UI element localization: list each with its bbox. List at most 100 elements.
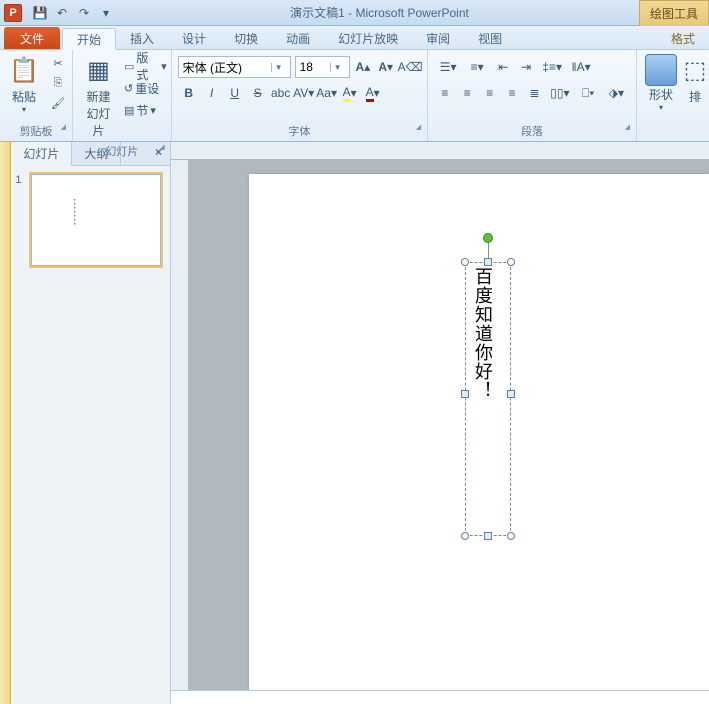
resize-handle-ml[interactable] — [461, 390, 469, 398]
cut-button[interactable]: ✂ — [48, 54, 68, 72]
paste-button[interactable]: 📋 粘贴 ▾ — [4, 52, 44, 116]
tab-view[interactable]: 视图 — [464, 27, 516, 49]
strike-button[interactable]: S — [247, 82, 269, 104]
side-panel: 幻灯片 大纲 × 1 ▪▪▪▪▪▪▪ — [11, 142, 171, 704]
decrease-indent-button[interactable]: ⇤ — [492, 56, 514, 78]
tab-home[interactable]: 开始 — [62, 28, 116, 50]
reset-button[interactable]: ↺ 重设 — [124, 78, 167, 98]
font-color-button[interactable]: A▾ — [362, 82, 384, 104]
qat-dropdown[interactable]: ▾ — [96, 3, 116, 23]
horizontal-ruler — [171, 142, 709, 160]
copy-button[interactable]: ⎘ — [48, 74, 68, 92]
left-sliver — [0, 142, 11, 704]
distribute-button[interactable]: ≣ — [524, 82, 545, 104]
ribbon: 📋 粘贴 ▾ ✂ ⎘ 🖌 剪贴板 ▦ 新建 幻灯片 ▭ 版式 ▾ ↺ 重设 ▤ … — [0, 50, 709, 142]
contextual-tool-tab: 绘图工具 — [639, 0, 709, 26]
slide-canvas[interactable]: 百度知道你好！ — [249, 174, 709, 690]
shapes-button[interactable]: 形状 ▾ — [641, 52, 681, 114]
tab-review[interactable]: 审阅 — [412, 27, 464, 49]
smartart-button[interactable]: ⬗▾ — [603, 82, 630, 104]
canvas-area: 百度知道你好！ — [171, 142, 709, 704]
resize-handle-br[interactable] — [507, 532, 515, 540]
italic-button[interactable]: I — [201, 82, 223, 104]
tab-animation[interactable]: 动画 — [272, 27, 324, 49]
vertical-ruler — [171, 160, 189, 690]
numbering-button[interactable]: ≡▾ — [463, 56, 491, 78]
font-size-combo[interactable]: 18 ▼ — [295, 56, 350, 78]
layout-button[interactable]: ▭ 版式 ▾ — [124, 56, 167, 76]
notes-pane[interactable] — [171, 690, 709, 704]
app-icon: P — [4, 4, 22, 22]
selected-textbox[interactable]: 百度知道你好！ — [465, 262, 511, 536]
increase-indent-button[interactable]: ⇥ — [515, 56, 537, 78]
undo-button[interactable]: ↶ — [52, 3, 72, 23]
align-text-button[interactable]: ⎕▾ — [575, 82, 602, 104]
resize-handle-tm[interactable] — [484, 258, 492, 266]
clear-format-button[interactable]: A⌫ — [399, 56, 421, 78]
underline-button[interactable]: U — [224, 82, 246, 104]
group-slides: ▦ 新建 幻灯片 ▭ 版式 ▾ ↺ 重设 ▤ 节 ▾ 幻灯片 — [73, 50, 172, 141]
format-painter-button[interactable]: 🖌 — [48, 94, 68, 112]
tool-tab-line1: 绘图工具 — [650, 5, 698, 22]
resize-handle-tl[interactable] — [461, 258, 469, 266]
group-label-paragraph: 段落 — [432, 121, 632, 141]
group-drawing: 形状 ▾ ⬚ 排 . — [637, 50, 709, 141]
thumbnail-row: 1 ▪▪▪▪▪▪▪ — [15, 174, 166, 266]
section-button[interactable]: ▤ 节 ▾ — [124, 100, 167, 120]
arrange-button[interactable]: ⬚ 排 — [685, 52, 705, 107]
highlight-button[interactable]: A▾ — [339, 82, 361, 104]
slide-number: 1 — [15, 174, 25, 266]
slide-thumbnail[interactable]: ▪▪▪▪▪▪▪ — [31, 174, 161, 266]
save-button[interactable]: 💾 — [30, 3, 50, 23]
change-case-button[interactable]: Aa▾ — [316, 82, 338, 104]
group-font: 宋体 (正文) ▼ 18 ▼ A▴ A▾ A⌫ B I U S abc AV▾ … — [172, 50, 428, 141]
resize-handle-mr[interactable] — [507, 390, 515, 398]
resize-handle-bl[interactable] — [461, 532, 469, 540]
new-slide-button[interactable]: ▦ 新建 幻灯片 — [77, 52, 120, 141]
tab-design[interactable]: 设计 — [168, 27, 220, 49]
title-bar: P 💾 ↶ ↷ ▾ 演示文稿1 - Microsoft PowerPoint 绘… — [0, 0, 709, 26]
justify-button[interactable]: ≡ — [501, 82, 522, 104]
grow-font-button[interactable]: A▴ — [354, 56, 373, 78]
workspace: 幻灯片 大纲 × 1 ▪▪▪▪▪▪▪ — [0, 142, 709, 704]
textbox-content[interactable]: 百度知道你好！ — [466, 263, 500, 404]
shadow-button[interactable]: abc — [270, 82, 292, 104]
group-clipboard: 📋 粘贴 ▾ ✂ ⎘ 🖌 剪贴板 — [0, 50, 73, 141]
tab-file[interactable]: 文件 — [4, 27, 60, 49]
align-center-button[interactable]: ≡ — [457, 82, 478, 104]
bold-button[interactable]: B — [178, 82, 200, 104]
group-label-slides: 幻灯片 — [77, 141, 167, 161]
resize-handle-bm[interactable] — [484, 532, 492, 540]
char-spacing-button[interactable]: AV▾ — [293, 82, 315, 104]
columns-button[interactable]: ▯▯▾ — [546, 82, 573, 104]
ribbon-tabs: 文件 开始 插入 设计 切换 动画 幻灯片放映 审阅 视图 格式 — [0, 26, 709, 50]
tab-slides-thumbnails[interactable]: 幻灯片 — [11, 142, 72, 166]
tab-format[interactable]: 格式 — [657, 27, 709, 49]
font-name-combo[interactable]: 宋体 (正文) ▼ — [178, 56, 291, 78]
new-slide-icon: ▦ — [82, 54, 114, 86]
align-right-button[interactable]: ≡ — [479, 82, 500, 104]
line-spacing-button[interactable]: ‡≡▾ — [538, 56, 566, 78]
resize-handle-tr[interactable] — [507, 258, 515, 266]
redo-button[interactable]: ↷ — [74, 3, 94, 23]
paste-icon: 📋 — [8, 54, 40, 86]
group-paragraph: ☰▾ ≡▾ ⇤ ⇥ ‡≡▾ ǁA▾ ≡ ≡ ≡ ≡ ≣ ▯▯▾ ⎕▾ ⬗▾ 段落 — [428, 50, 637, 141]
arrange-icon: ⬚ — [685, 54, 705, 86]
shrink-font-button[interactable]: A▾ — [376, 56, 395, 78]
rotate-handle[interactable] — [483, 233, 493, 243]
chevron-down-icon: ▼ — [330, 63, 345, 72]
group-label-clipboard: 剪贴板 — [4, 121, 68, 141]
tab-slideshow[interactable]: 幻灯片放映 — [324, 27, 412, 49]
text-direction-button[interactable]: ǁA▾ — [567, 56, 595, 78]
chevron-down-icon: ▼ — [271, 63, 286, 72]
align-left-button[interactable]: ≡ — [434, 82, 455, 104]
shapes-icon — [645, 54, 677, 86]
window-title: 演示文稿1 - Microsoft PowerPoint — [120, 4, 639, 21]
thumb-content-preview: ▪▪▪▪▪▪▪ — [72, 197, 77, 225]
quick-access-toolbar: 💾 ↶ ↷ ▾ — [26, 3, 120, 23]
thumbnails-list: 1 ▪▪▪▪▪▪▪ — [11, 166, 170, 704]
tab-insert[interactable]: 插入 — [116, 27, 168, 49]
group-label-font: 字体 — [176, 121, 423, 141]
bullets-button[interactable]: ☰▾ — [434, 56, 462, 78]
tab-transition[interactable]: 切换 — [220, 27, 272, 49]
